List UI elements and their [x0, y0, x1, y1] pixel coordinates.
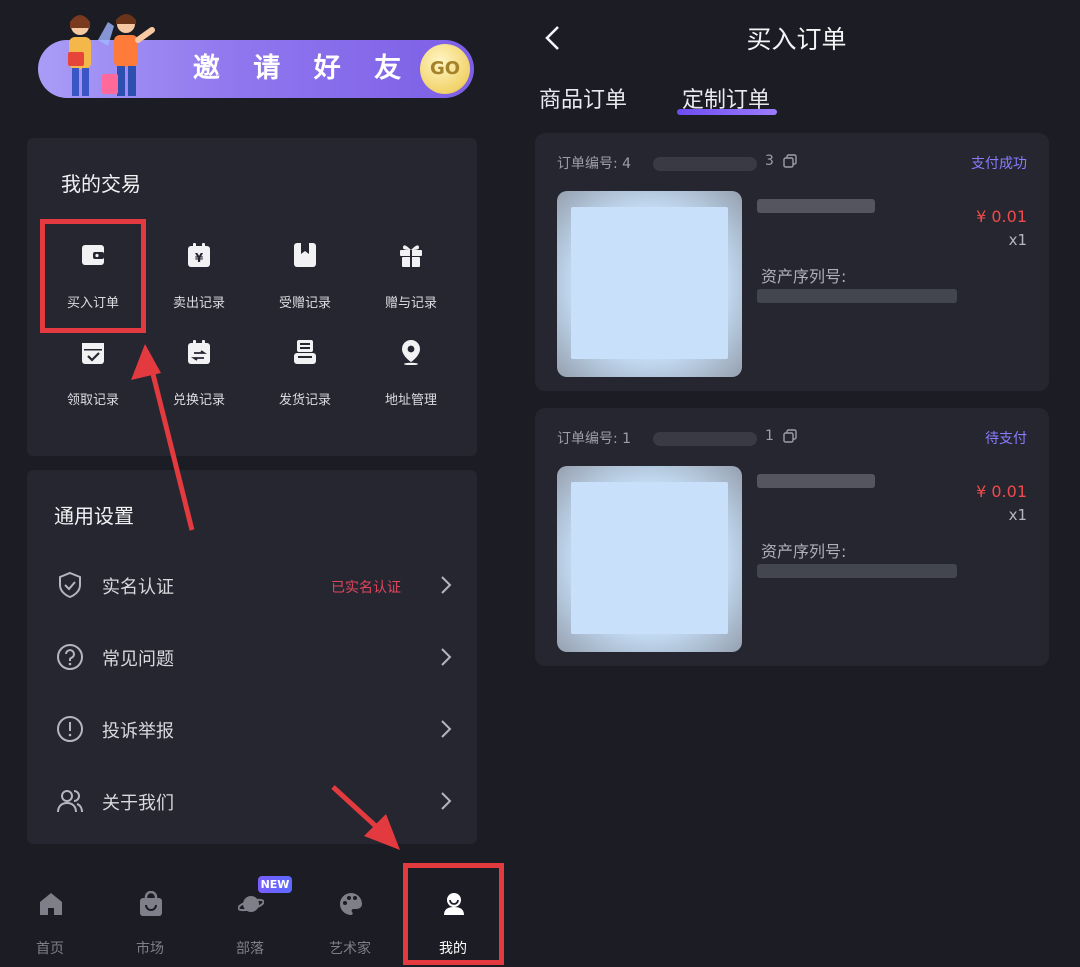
order-price: ¥ 0.01	[976, 207, 1027, 226]
product-name-redacted	[757, 199, 875, 213]
order-status: 待支付	[985, 431, 1027, 447]
profile-panel: 邀 请 好 友 GO 我的交易 买入订单 ¥ 卖出记录 受赠记录 赠与记录 领取…	[0, 0, 505, 967]
serial-number-redacted	[757, 289, 957, 303]
copy-icon[interactable]	[783, 154, 797, 168]
highlight-buy-orders	[40, 219, 146, 333]
go-button[interactable]: GO	[420, 44, 470, 94]
tab-product-orders[interactable]: 商品订单	[539, 82, 627, 114]
tab-market[interactable]: 市场	[100, 888, 200, 957]
my-trade-title: 我的交易	[61, 172, 141, 196]
settings-row-label: 实名认证	[102, 577, 174, 598]
serial-number-label: 资产序列号:	[761, 542, 847, 561]
tab-tribe[interactable]: 部落	[200, 888, 300, 957]
tab-label: 部落	[236, 941, 264, 957]
printer-icon	[294, 340, 316, 364]
people-illustration-icon	[68, 14, 155, 96]
chevron-right-icon	[441, 648, 452, 666]
chevron-right-icon	[441, 576, 452, 594]
settings-row-label: 常见问题	[102, 649, 174, 670]
settings-row-real-name[interactable]: 实名认证 已实名认证	[27, 555, 477, 615]
order-number-suffix: 3	[765, 153, 774, 169]
buy-orders-panel: 买入订单 商品订单 定制订单 订单编号: 4 3 支付成功 ¥ 0.01 x1 …	[505, 0, 1080, 967]
product-image	[571, 482, 728, 634]
calendar-swap-icon	[188, 340, 210, 364]
settings-row-about[interactable]: 关于我们	[27, 771, 477, 831]
product-thumbnail	[557, 191, 742, 377]
grid-label: 兑换记录	[172, 393, 225, 408]
settings-row-complaint[interactable]: 投诉举报	[27, 699, 477, 759]
exclamation-circle-icon	[57, 716, 83, 742]
settings-row-faq[interactable]: 常见问题	[27, 627, 477, 687]
highlight-mine-tab	[403, 863, 504, 965]
question-circle-icon	[57, 644, 83, 670]
invite-friends-text: 邀 请 好 友	[192, 53, 414, 84]
home-icon	[40, 893, 62, 915]
grid-item-claim-records[interactable]: 领取记录	[40, 339, 146, 419]
order-status: 支付成功	[971, 156, 1027, 172]
order-card[interactable]: 订单编号: 1 1 待支付 ¥ 0.01 x1 资产序列号:	[535, 408, 1049, 666]
order-quantity: x1	[1008, 506, 1027, 524]
page-title: 买入订单	[746, 25, 847, 54]
grid-label: 受赠记录	[278, 296, 331, 311]
grid-item-exchange-records[interactable]: 兑换记录	[146, 339, 252, 419]
verified-status: 已实名认证	[331, 580, 401, 596]
order-card[interactable]: 订单编号: 4 3 支付成功 ¥ 0.01 x1 资产序列号:	[535, 133, 1049, 391]
tab-label: 市场	[136, 941, 164, 957]
order-quantity: x1	[1008, 231, 1027, 249]
order-number-redacted	[653, 157, 757, 171]
active-tab-indicator	[677, 109, 777, 115]
chevron-right-icon	[441, 720, 452, 738]
order-number-redacted	[653, 432, 757, 446]
grid-label: 发货记录	[278, 393, 331, 408]
order-number-label: 订单编号: 4	[557, 156, 632, 172]
order-number-suffix: 1	[765, 428, 774, 444]
tab-home[interactable]: 首页	[0, 888, 100, 957]
palette-icon	[340, 893, 362, 915]
svg-text:¥: ¥	[195, 251, 204, 265]
shield-check-icon	[59, 571, 81, 599]
product-thumbnail	[557, 466, 742, 652]
order-number-label: 订单编号: 1	[557, 431, 632, 447]
grid-item-address-management[interactable]: 地址管理	[358, 339, 464, 419]
general-settings-card: 通用设置 实名认证 已实名认证 常见问题 投诉举报 关于我们	[27, 470, 477, 844]
shopping-bag-icon	[140, 891, 162, 916]
new-badge: NEW	[258, 876, 292, 893]
tab-label: 首页	[36, 941, 64, 957]
product-image	[571, 207, 728, 359]
gift-icon	[400, 245, 422, 267]
bookmark-box-icon	[294, 243, 316, 267]
planet-icon	[238, 896, 264, 912]
copy-icon[interactable]	[783, 429, 797, 443]
grid-item-gift-records[interactable]: 赠与记录	[358, 242, 464, 322]
yen-calendar-icon: ¥	[188, 243, 210, 267]
serial-number-label: 资产序列号:	[761, 267, 847, 286]
settings-row-label: 关于我们	[102, 793, 174, 814]
settings-row-label: 投诉举报	[102, 721, 174, 742]
grid-label: 地址管理	[384, 393, 437, 408]
order-price: ¥ 0.01	[976, 482, 1027, 501]
grid-item-received-records[interactable]: 受赠记录	[252, 242, 358, 322]
location-pin-icon	[402, 340, 420, 365]
grid-label: 赠与记录	[384, 296, 437, 311]
grid-item-shipping-records[interactable]: 发货记录	[252, 339, 358, 419]
users-icon	[57, 790, 83, 813]
tab-label: 艺术家	[329, 941, 371, 957]
grid-label: 领取记录	[66, 393, 119, 408]
tab-artist[interactable]: 艺术家	[300, 888, 400, 957]
calendar-check-icon	[82, 343, 104, 364]
grid-item-sell-records[interactable]: ¥ 卖出记录	[146, 242, 252, 322]
grid-label: 卖出记录	[172, 296, 225, 311]
serial-number-redacted	[757, 564, 957, 578]
chevron-right-icon	[441, 792, 452, 810]
general-settings-title: 通用设置	[54, 504, 134, 528]
product-name-redacted	[757, 474, 875, 488]
